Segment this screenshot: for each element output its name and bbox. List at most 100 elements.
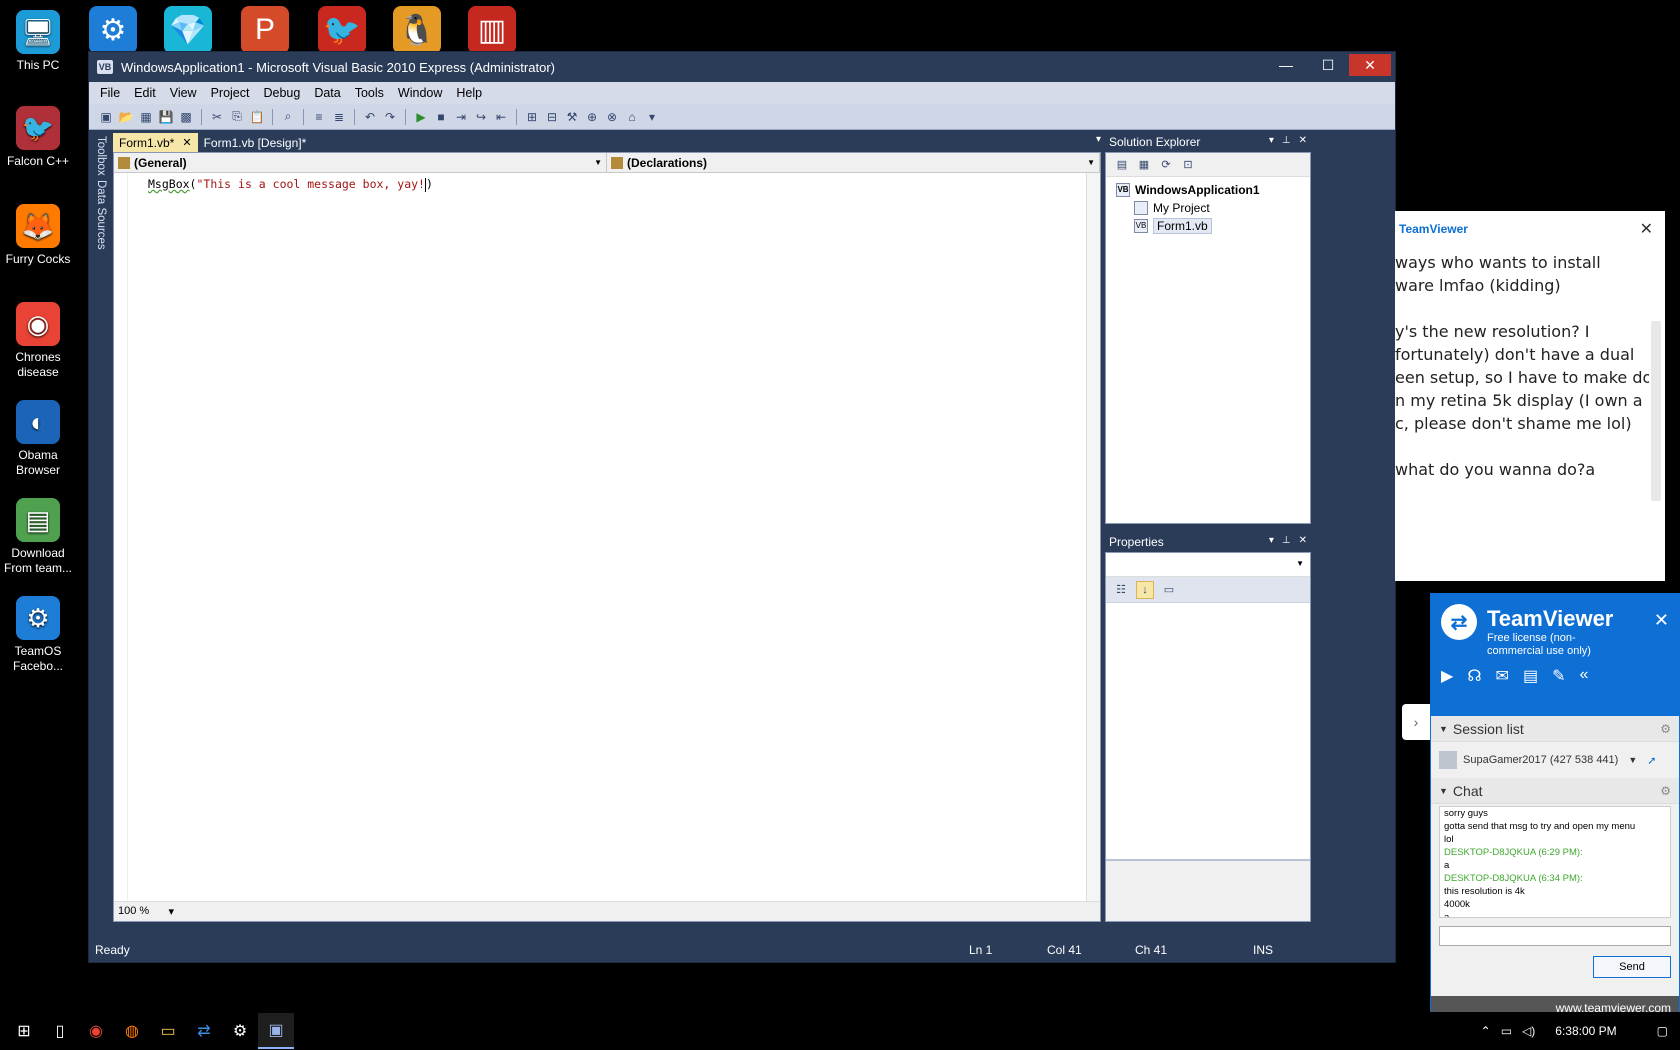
code-editor[interactable]: (General) ▼ (Declarations) ▼ MsgBox("Thi…: [113, 152, 1101, 922]
categorized-icon[interactable]: ☷: [1112, 581, 1130, 599]
menu-project[interactable]: Project: [204, 86, 257, 100]
toolbox-tab[interactable]: Toolbox: [95, 136, 107, 176]
desktop-icon[interactable]: 🖥 This PC: [0, 10, 76, 73]
properties-icon[interactable]: ⊟: [543, 108, 561, 126]
scroll-thumb[interactable]: [1651, 321, 1661, 501]
properties-icon[interactable]: ▤: [1114, 157, 1130, 173]
chevron-up-icon[interactable]: ⌃: [1481, 1024, 1491, 1038]
cut-icon[interactable]: ✂: [208, 108, 226, 126]
file-explorer-icon[interactable]: ▭: [150, 1013, 186, 1049]
vs-title-bar[interactable]: VB WindowsApplication1 - Microsoft Visua…: [89, 52, 1395, 82]
new-project-icon[interactable]: ▣: [97, 108, 115, 126]
send-button[interactable]: Send: [1593, 956, 1671, 978]
menu-file[interactable]: File: [93, 86, 127, 100]
class-name-combo[interactable]: (General) ▼: [114, 153, 607, 172]
method-name-combo[interactable]: (Declarations) ▼: [607, 153, 1100, 172]
expand-panel-button[interactable]: ›: [1402, 704, 1430, 740]
desktop-icon[interactable]: ◉ Chrones disease: [0, 302, 76, 380]
code-area[interactable]: MsgBox("This is a cool message box, yay!…: [128, 177, 1084, 901]
pointer-icon[interactable]: ➚: [1647, 754, 1656, 767]
desktop-icon[interactable]: 🐦: [318, 6, 366, 54]
notifications-icon[interactable]: ▢: [1657, 1024, 1668, 1038]
object-selector[interactable]: ▼: [1106, 553, 1310, 577]
find-icon[interactable]: ⌕: [279, 108, 297, 126]
chat-history[interactable]: sorry guys gotta send that msg to try and…: [1439, 806, 1671, 918]
video-icon[interactable]: ▶: [1441, 666, 1453, 686]
close-tab-icon[interactable]: ✕: [182, 136, 191, 149]
comment-icon[interactable]: ≡: [310, 108, 328, 126]
whiteboard-icon[interactable]: ✎: [1552, 666, 1565, 686]
redo-icon[interactable]: ↷: [381, 108, 399, 126]
menu-data[interactable]: Data: [307, 86, 347, 100]
menu-view[interactable]: View: [163, 86, 204, 100]
tab-form1-code[interactable]: Form1.vb* ✕: [113, 133, 198, 152]
start-debugging-icon[interactable]: ▶: [412, 108, 430, 126]
settings-icon[interactable]: ⚙: [222, 1013, 258, 1049]
session-list-header[interactable]: ▼ Session list ⚙: [1431, 716, 1679, 742]
tab-dropdown-icon[interactable]: ▾: [1096, 134, 1101, 145]
desktop-icon[interactable]: ◐ Obama Browser: [0, 400, 76, 478]
close-icon[interactable]: ✕: [1299, 135, 1307, 146]
stop-icon[interactable]: ■: [432, 108, 450, 126]
desktop-icon[interactable]: ⚙ TeamOS Facebo...: [0, 596, 76, 674]
solution-explorer-icon[interactable]: ⊞: [523, 108, 541, 126]
undo-icon[interactable]: ↶: [361, 108, 379, 126]
toolbar-options-icon[interactable]: ▾: [643, 108, 661, 126]
chevron-down-icon[interactable]: ▼: [1296, 559, 1304, 568]
chevron-down-icon[interactable]: ▾: [168, 905, 174, 918]
desktop-icon[interactable]: P: [241, 6, 289, 54]
panel-menu-icon[interactable]: ▾: [1269, 135, 1274, 146]
view-code-icon[interactable]: ⊡: [1180, 157, 1196, 173]
close-icon[interactable]: ✕: [1654, 610, 1669, 631]
data-sources-tab[interactable]: Data Sources: [95, 180, 107, 250]
headset-icon[interactable]: ☊: [1467, 666, 1481, 686]
code-line[interactable]: MsgBox("This is a cool message box, yay!…: [128, 177, 1084, 192]
step-over-icon[interactable]: ↪: [472, 108, 490, 126]
panel-menu-icon[interactable]: ▾: [1269, 535, 1274, 546]
start-button[interactable]: ⊞: [6, 1013, 42, 1049]
alphabetical-icon[interactable]: ↓: [1136, 580, 1154, 599]
save-all-icon[interactable]: ▩: [177, 108, 195, 126]
refresh-icon[interactable]: ⟳: [1158, 157, 1174, 173]
editor-vertical-scrollbar[interactable]: [1086, 173, 1100, 901]
triangle-down-icon[interactable]: ▼: [1628, 755, 1637, 765]
firefox-icon[interactable]: ◍: [114, 1013, 150, 1049]
desktop-icon[interactable]: ⚙: [89, 6, 137, 54]
object-browser-icon[interactable]: ⊕: [583, 108, 601, 126]
files-icon[interactable]: ▤: [1523, 666, 1538, 686]
menu-help[interactable]: Help: [449, 86, 489, 100]
tree-item-my-project[interactable]: My Project: [1116, 199, 1310, 217]
network-icon[interactable]: ▭: [1501, 1024, 1512, 1038]
clock[interactable]: 6:38:00 PM: [1555, 1024, 1616, 1038]
close-icon[interactable]: ✕: [1299, 535, 1307, 546]
save-icon[interactable]: 💾: [157, 108, 175, 126]
task-view-icon[interactable]: ▯: [42, 1013, 78, 1049]
menu-window[interactable]: Window: [391, 86, 449, 100]
collapse-icon[interactable]: «: [1579, 666, 1588, 686]
volume-icon[interactable]: ◁): [1522, 1024, 1535, 1038]
desktop-icon[interactable]: 🦊 Furry Cocks: [0, 204, 76, 267]
start-page-icon[interactable]: ⌂: [623, 108, 641, 126]
desktop-icon[interactable]: ▤ Download From team...: [0, 498, 76, 576]
minimize-button[interactable]: —: [1265, 54, 1307, 76]
menu-debug[interactable]: Debug: [256, 86, 307, 100]
step-into-icon[interactable]: ⇥: [452, 108, 470, 126]
paste-icon[interactable]: 📋: [248, 108, 266, 126]
session-item[interactable]: SupaGamer2017 (427 538 441) ▼ ➚: [1431, 742, 1679, 778]
property-pages-icon[interactable]: ▭: [1160, 581, 1178, 599]
step-out-icon[interactable]: ⇤: [492, 108, 510, 126]
chat-scrollbar[interactable]: [1651, 251, 1661, 531]
add-item-icon[interactable]: ▦: [137, 108, 155, 126]
close-icon[interactable]: ✕: [1640, 219, 1653, 239]
chrome-icon[interactable]: ◉: [78, 1013, 114, 1049]
desktop-icon[interactable]: ▥: [468, 6, 516, 54]
pin-icon[interactable]: ⊥: [1282, 135, 1291, 146]
zoom-combo[interactable]: 100 % ▾: [118, 905, 174, 918]
toolbox-icon[interactable]: ⚒: [563, 108, 581, 126]
gear-icon[interactable]: ⚙: [1660, 722, 1671, 736]
uncomment-icon[interactable]: ≣: [330, 108, 348, 126]
open-icon[interactable]: 📂: [117, 108, 135, 126]
chevron-down-icon[interactable]: ▼: [1087, 158, 1095, 167]
chat-icon[interactable]: ✉: [1496, 666, 1509, 686]
close-button[interactable]: ✕: [1349, 54, 1391, 76]
